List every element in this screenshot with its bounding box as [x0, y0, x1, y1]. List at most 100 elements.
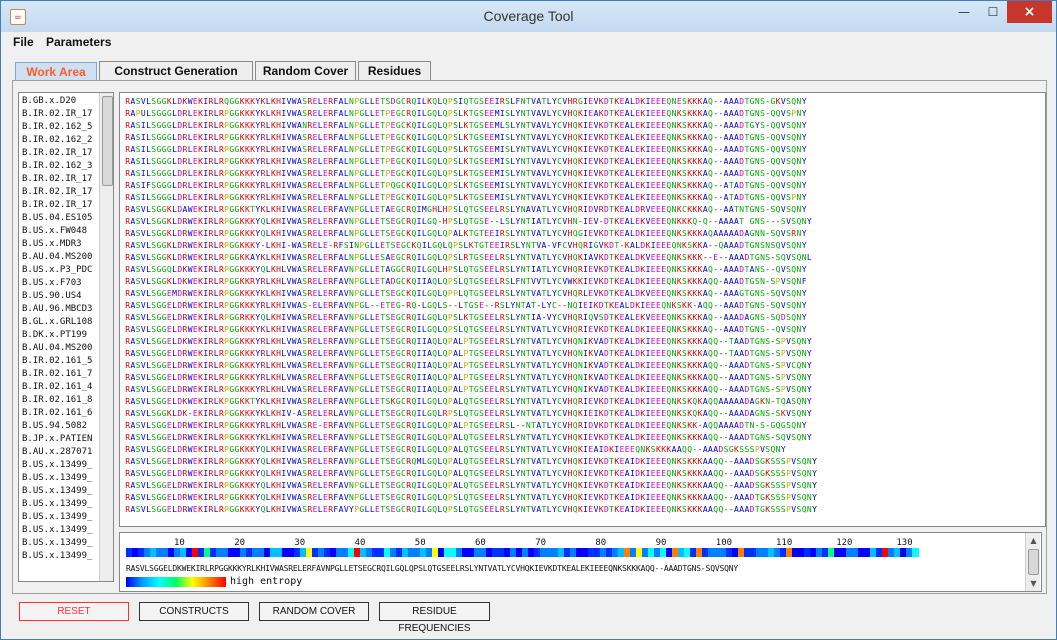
residue-frequencies-button[interactable]: RESIDUE FREQUENCIES	[379, 602, 490, 634]
entropy-panel: RASVLSGGELDKWEKIRLRPGGKKKYRLKHIVWASRELER…	[119, 532, 1042, 592]
sequence-name-item[interactable]: B.AU.x.287071	[22, 447, 100, 457]
sequence-name-list[interactable]: B.GB.x.D20 B.IR.02.IR_17 B.IR.02.162_5 B.IR…	[18, 92, 114, 582]
alignment-row: RASVLSGGKLDRWEKIRLRPGGKKKYQLKHIVWASRELER…	[125, 217, 812, 226]
alignment-row: RASVLSGGELDRWEKIRLRPGGKKKYKLKHIVWASRELER…	[125, 325, 807, 334]
entropy-bar	[126, 548, 919, 557]
sequence-name-item[interactable]: B.JP.x.PATIEN	[22, 434, 100, 444]
ruler-label: 40	[354, 538, 366, 548]
sequence-name-item[interactable]: B.GL.x.GRL108	[22, 317, 100, 327]
alignment-row: RASVLSGGELDRWEKIRLRPGGKKKYRLKHIVWAS-ELER…	[125, 301, 807, 310]
entropy-scrollbar[interactable]: ▲ ▼	[1025, 533, 1040, 591]
alignment-row: RASVLSGGELDRWEKIRLRPGGKKKYRLKHLVWASRELER…	[125, 361, 812, 370]
coverage-tool-window: ☕ Coverage Tool — ☐ × File Parameters Wo…	[0, 0, 1057, 640]
sequence-name-item[interactable]: B.US.04.ES105	[22, 213, 100, 223]
ruler-label: 80	[595, 538, 607, 548]
entropy-scroll-thumb[interactable]	[1028, 549, 1039, 575]
alignment-row: RASILSGGGLDRLEKIRLRPGGKKKYRLKHIVWASRELER…	[125, 169, 807, 178]
ruler-label: 130	[896, 538, 913, 548]
sequence-name-item[interactable]: B.US.x.13499_	[22, 538, 100, 548]
sequence-name-item[interactable]: B.IR.02.161_6	[22, 408, 100, 418]
sequence-name-item[interactable]: B.IR.02.IR_17	[22, 109, 100, 119]
menu-file[interactable]: File	[13, 35, 34, 49]
sequence-name-item[interactable]: B.AU.04.MS200	[22, 343, 100, 353]
sequence-name-item[interactable]: B.US.x.13499_	[22, 486, 100, 496]
sequence-name-item[interactable]: B.AU.96.MBCD3	[22, 304, 100, 314]
alignment-row: RASVLSGGKLDKWEKIRLRQGGKKKYKLKHIVWASRELER…	[125, 97, 807, 106]
sequence-list-scroll-thumb[interactable]	[102, 96, 113, 186]
tab-random-cover[interactable]: Random Cover	[255, 61, 356, 80]
sequence-name-item[interactable]: B.IR.02.162_5	[22, 122, 100, 132]
sequence-list-scrollbar[interactable]	[99, 93, 113, 581]
alignment-row: RASILSGGGLDRLEKIRLRPGGKKKYRLKHIVWASRELER…	[125, 133, 807, 142]
sequence-name-item[interactable]: B.IR.02.161_8	[22, 395, 100, 405]
sequence-name-item[interactable]: B.US.x.13499_	[22, 525, 100, 535]
menu-parameters[interactable]: Parameters	[46, 35, 111, 49]
sequence-name-item[interactable]: B.IR.02.IR_17	[22, 148, 100, 158]
sequence-name-item[interactable]: B.US.94.5082	[22, 421, 100, 431]
title-bar[interactable]: ☕ Coverage Tool — ☐ ×	[1, 1, 1056, 32]
entropy-cell	[912, 548, 919, 557]
ruler-label: 60	[475, 538, 486, 548]
alignment-row: RASVLSGGELDRWEKIRLRPGGKKKYRLKHLVWASRELER…	[125, 373, 812, 382]
alignment-row: RASILSGGGLDRLEKIRLRPGGKKKYRLKHIVWASRELER…	[125, 145, 807, 154]
tab-residues[interactable]: Residues	[358, 61, 431, 80]
sequence-name-item[interactable]: B.GB.x.D20	[22, 96, 100, 106]
alignment-view[interactable]: RASVLSGGKLDKWEKIRLRQGGKKKYKLKHIVWASRELER…	[119, 92, 1046, 527]
alignment-row: RASVLSGGELDRWEKIRLRPGGRKKYQLKHIVWASRELER…	[125, 313, 807, 322]
alignment-row: RASVLSGGEMDRWEKIRLRPGGKKKYKLKHIVWASRELER…	[125, 289, 807, 298]
alignment-row: RASILSGGGLDRLEKIRLRPGGKKKYRLKHIVWASRELER…	[125, 193, 807, 202]
sequence-name-item[interactable]: B.US.x.FW048	[22, 226, 100, 236]
sequence-name-item[interactable]: B.IR.02.162_3	[22, 161, 100, 171]
sequence-name-item[interactable]: B.US.x.13499_	[22, 551, 100, 561]
reset-button[interactable]: RESET	[19, 602, 129, 621]
close-button[interactable]: ×	[1007, 1, 1052, 23]
ruler-label: 10	[174, 538, 185, 548]
sequence-name-item[interactable]: B.US.x.13499_	[22, 499, 100, 509]
entropy-legend-label: high entropy	[230, 576, 303, 587]
alignment-row: RASVLSGGKLDRWEKIRLRPGGKKKY-LKHI-WASRELE-…	[125, 241, 807, 250]
maximize-button[interactable]: ☐	[979, 1, 1007, 23]
sequence-name-item[interactable]: B.IR.02.161_4	[22, 382, 100, 392]
alignment-row: RASVLSGGELDRWEKIRLRPGGKKKYQLKHIVWASRELER…	[125, 445, 786, 454]
alignment-row: RASVLSGGQLDKWEKIRLRPGGKKKYQLKHLVWASRELER…	[125, 265, 807, 274]
tab-work-area[interactable]: Work Area	[15, 62, 97, 80]
sequence-name-item[interactable]: B.IR.02.161_7	[22, 369, 100, 379]
sequence-name-item[interactable]: B.IR.02.162_2	[22, 135, 100, 145]
alignment-row: RASVLSGGELDRWEKIRLRPGGKKKYQLKHIVWASRELER…	[125, 493, 817, 502]
scroll-down-icon[interactable]: ▼	[1026, 576, 1041, 591]
entropy-legend-gradient	[126, 577, 226, 587]
sequence-name-item[interactable]: B.IR.02.IR_17	[22, 187, 100, 197]
sequence-name-item[interactable]: B.US.x.13499_	[22, 473, 100, 483]
tab-construct-generation[interactable]: Construct Generation	[99, 61, 253, 80]
sequence-name-item[interactable]: B.US.x.MDR3	[22, 239, 100, 249]
ruler-label: 30	[294, 538, 306, 548]
alignment-row: RASVLSGGELDRWEKIRLRPGGKKKYRLKHLVWASRELER…	[125, 385, 812, 394]
menu-bar: File Parameters	[1, 32, 1056, 54]
alignment-row: RASVLSGGELDRWEKIRLRPGGKKKYQLKHIVWASRELER…	[125, 505, 817, 514]
alignment-row: RASIFSGGGLDRLEKIRLRPGGKKKYRLKHIVWASRELER…	[125, 181, 807, 190]
consensus-sequence: RASVLSGGELDKWEKIRLRPGGKKKYRLKHIVWASRELER…	[126, 564, 739, 573]
minimize-button[interactable]: —	[949, 1, 979, 23]
alignment-row: RASVLSGGELDRWEKIRLRPGGKKKYKLKHIVWASRELER…	[125, 433, 812, 442]
ruler-label: 70	[535, 538, 547, 548]
sequence-name-item[interactable]: B.DK.x.PT199	[22, 330, 100, 340]
ruler-label: 20	[234, 538, 246, 548]
sequence-name-item[interactable]: B.US.x.13499_	[22, 512, 100, 522]
sequence-name-item[interactable]: B.US.x.F703	[22, 278, 100, 288]
alignment-row: RASVLSGGKLDK-EKIRLRPGGKKKYKLKHIV-ASRELER…	[125, 409, 812, 418]
alignment-row: RASVLSGGELDRWEKIRLRPGGKKKYQLKHIVWASRELER…	[125, 481, 817, 490]
sequence-name-item[interactable]: B.US.x.13499_	[22, 460, 100, 470]
alignment-row: RASVLSGGELDKWEKIRLKPGGKKTYKLKHIVWASRELER…	[125, 397, 812, 406]
alignment-row: RASVLSGGELDRWEKIRLRPGGKKKYQLKHIVWASRELER…	[125, 457, 817, 466]
sequence-name-item[interactable]: B.IR.02.IR_17	[22, 200, 100, 210]
sequence-name-item[interactable]: B.US.90.US4	[22, 291, 100, 301]
alignment-row: RASVLSGGKLDKWEKIRLRPGGKKRYRLKHLVWASRELER…	[125, 277, 807, 286]
alignment-row: RASVLSGGELDRWEKIRLRPGGKKKYRLKHLVWASRELER…	[125, 349, 812, 358]
constructs-button[interactable]: CONSTRUCTS	[139, 602, 249, 621]
sequence-name-item[interactable]: B.IR.02.161_5	[22, 356, 100, 366]
sequence-name-item[interactable]: B.AU.04.MS200	[22, 252, 100, 262]
random-cover-button[interactable]: RANDOM COVER	[259, 602, 369, 621]
sequence-name-item[interactable]: B.US.x.P3_PDC	[22, 265, 100, 275]
scroll-up-icon[interactable]: ▲	[1026, 533, 1041, 548]
sequence-name-item[interactable]: B.IR.02.IR_17	[22, 174, 100, 184]
